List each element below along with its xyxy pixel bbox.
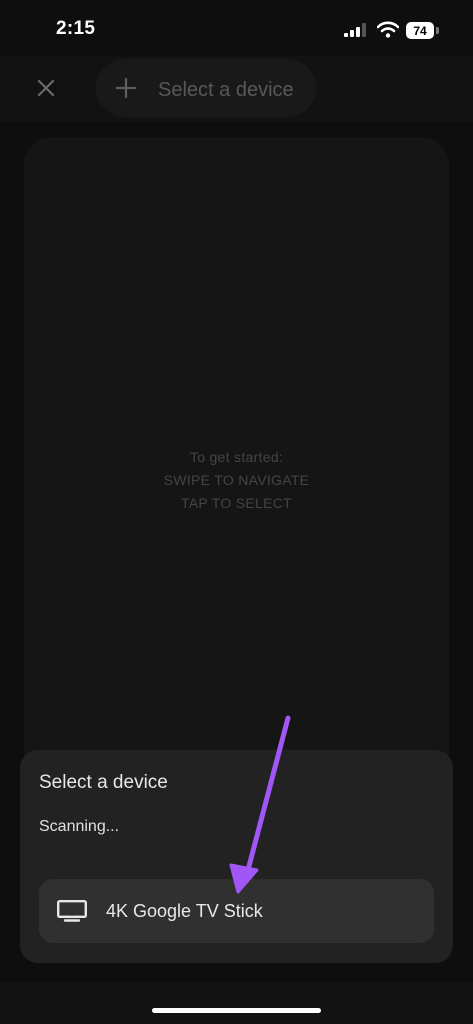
battery-level: 74 (413, 23, 427, 38)
battery-icon: 74 (406, 22, 434, 39)
tv-icon (57, 900, 87, 922)
hint-swipe: SWIPE TO NAVIGATE (163, 472, 310, 488)
battery-cap (436, 27, 439, 34)
hint-tap: TAP TO SELECT (180, 495, 292, 511)
signal-icon (344, 23, 366, 37)
select-device-label: Select a device (158, 79, 294, 101)
status-time: 2:15 (56, 18, 96, 39)
device-picker-sheet: Select a device Scanning... 4K Google TV… (20, 750, 453, 963)
close-icon (37, 79, 55, 97)
bottom-strip (0, 982, 473, 1024)
select-device-button[interactable]: Select a device (96, 59, 316, 117)
status-bar: 2:15 74 (0, 0, 473, 56)
sheet-title: Select a device (39, 772, 168, 793)
remote-screen: 2:15 74 Select a device To get started: … (0, 0, 473, 1024)
top-bar: Select a device (0, 56, 473, 122)
hint-get-started: To get started: (189, 449, 284, 465)
plus-icon (116, 78, 136, 98)
scanning-status: Scanning... (39, 818, 120, 835)
home-indicator[interactable] (152, 1008, 321, 1013)
device-label: 4K Google TV Stick (106, 901, 263, 921)
wifi-icon (377, 21, 399, 38)
close-button[interactable] (26, 68, 66, 108)
device-item-4k-google-tv-stick[interactable]: 4K Google TV Stick (39, 879, 434, 943)
